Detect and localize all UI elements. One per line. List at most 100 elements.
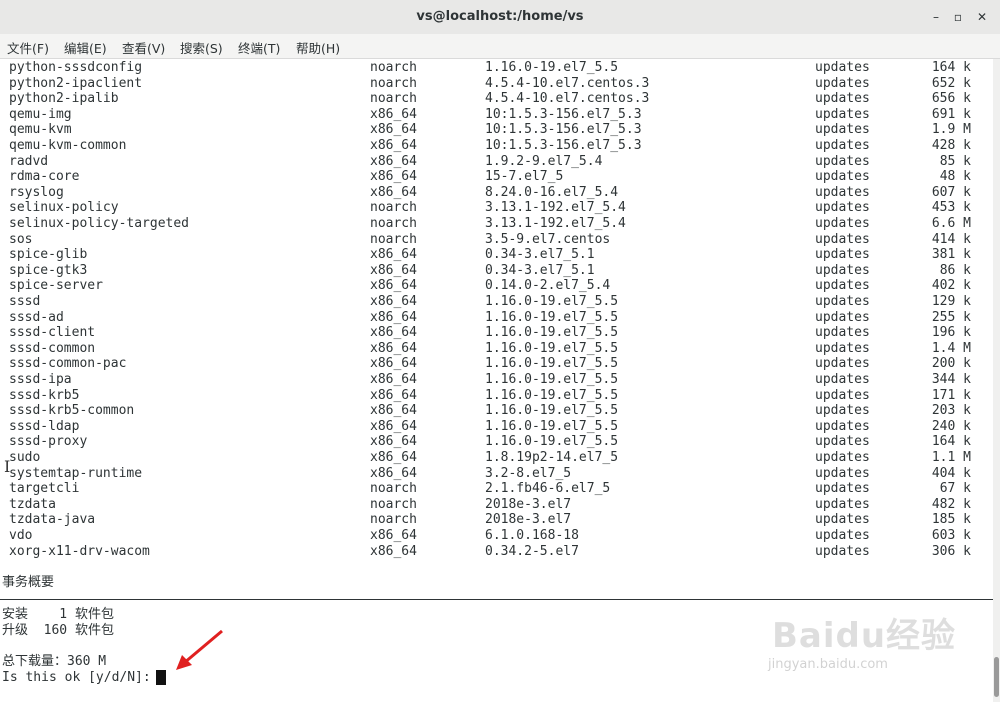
package-version: 0.34-3.el7_5.1: [485, 262, 595, 278]
table-row: sssd-krb5 x86_64 1.16.0-19.el7_5.5 updates 1…: [0, 388, 993, 404]
package-version: 1.16.0-19.el7_5.5: [485, 294, 619, 309]
package-version: 3.5-9.el7.centos: [485, 231, 611, 247]
scrollbar[interactable]: [993, 59, 1000, 702]
confirm-prompt: Is this ok [y/d/N]:: [2, 670, 159, 685]
package-arch: x86_64: [370, 247, 417, 263]
package-repo: updates: [815, 372, 870, 387]
package-name: qemu-kvm-common: [9, 138, 127, 153]
package-repo: updates: [815, 184, 870, 200]
package-arch: x86_64: [370, 372, 417, 387]
package-arch: x86_64: [370, 450, 417, 465]
table-row: sssd-ldap x86_64 1.16.0-19.el7_5.5 updates 2…: [0, 419, 993, 435]
package-repo: updates: [815, 153, 870, 169]
table-row: rdma-core x86_64 15-7.el7_5 updates 48 k: [0, 169, 993, 185]
close-button[interactable]: ✕: [972, 7, 992, 27]
menu-file[interactable]: 文件(F): [7, 38, 49, 57]
package-size: 203 k: [931, 403, 971, 419]
package-arch: noarch: [370, 216, 417, 231]
scrollbar-thumb[interactable]: [994, 657, 999, 697]
package-repo: updates: [815, 403, 870, 419]
table-row: sssd-ad x86_64 1.16.0-19.el7_5.5 updates 255…: [0, 310, 993, 326]
package-size: 86 k: [939, 262, 971, 278]
download-size: 总下载量：360 M: [2, 654, 107, 669]
package-name: sssd-ldap: [9, 418, 80, 434]
package-size: 402 k: [931, 278, 971, 294]
package-arch: noarch: [370, 496, 417, 512]
package-arch: x86_64: [370, 465, 417, 481]
package-arch: x86_64: [370, 184, 417, 200]
maximize-button[interactable]: ▫: [948, 7, 968, 27]
package-repo: updates: [815, 496, 870, 512]
package-size: 482 k: [931, 496, 971, 512]
table-row: spice-gtk3 x86_64 0.34-3.el7_5.1 updates 86 …: [0, 263, 993, 279]
package-name: selinux-policy: [9, 200, 119, 216]
package-version: 2.1.fb46-6.el7_5: [485, 481, 611, 497]
package-size: 129 k: [931, 294, 971, 309]
watermark-url: jingyan.baidu.com: [768, 657, 888, 672]
package-version: 10:1.5.3-156.el7_5.3: [485, 138, 642, 153]
package-version: 2018e-3.el7: [485, 512, 572, 528]
package-arch: x86_64: [370, 418, 417, 434]
menu-help[interactable]: 帮助(H): [296, 38, 340, 57]
package-name: sssd-krb5-common: [9, 403, 135, 419]
package-repo: updates: [815, 91, 870, 107]
table-row: sssd-krb5-common x86_64 1.16.0-19.el7_5.5 u…: [0, 403, 993, 419]
package-version: 0.14.0-2.el7_5.4: [485, 278, 611, 294]
package-repo: updates: [815, 262, 870, 278]
table-row: python-sssdconfig noarch 1.16.0-19.el7_5.5…: [0, 60, 993, 76]
package-version: 1.16.0-19.el7_5.5: [485, 434, 619, 450]
menu-view[interactable]: 查看(V): [122, 38, 165, 57]
table-row: python2-ipalib noarch 4.5.4-10.el7.centos.…: [0, 91, 993, 107]
package-version: 4.5.4-10.el7.centos.3: [485, 91, 650, 107]
table-row: sssd-client x86_64 1.16.0-19.el7_5.5 update…: [0, 325, 993, 341]
package-repo: updates: [815, 528, 870, 543]
summary-heading: 事务概要: [2, 575, 55, 590]
mouse-ibeam-icon: I: [4, 457, 11, 476]
table-row: targetcli noarch 2.1.fb46-6.el7_5 updates 67…: [0, 481, 993, 497]
package-version: 3.13.1-192.el7_5.4: [485, 216, 626, 231]
package-size: 414 k: [931, 231, 971, 247]
package-version: 1.16.0-19.el7_5.5: [485, 325, 619, 341]
package-repo: updates: [815, 231, 870, 247]
package-version: 8.24.0-16.el7_5.4: [485, 184, 619, 200]
package-arch: noarch: [370, 231, 417, 247]
package-size: 306 k: [931, 543, 971, 559]
package-size: 240 k: [931, 418, 971, 434]
minimize-button[interactable]: –: [926, 7, 946, 27]
package-repo: updates: [815, 200, 870, 216]
package-name: sssd-common-pac: [9, 356, 127, 372]
package-name: sssd-ad: [9, 309, 64, 325]
package-repo: updates: [815, 294, 870, 309]
package-arch: noarch: [370, 512, 417, 528]
package-repo: updates: [815, 418, 870, 434]
package-size: 164 k: [931, 60, 971, 75]
package-size: 6.6 M: [931, 216, 971, 231]
package-repo: updates: [815, 122, 870, 138]
table-row: xorg-x11-drv-wacom x86_64 0.34.2-5.el7 upda…: [0, 544, 993, 560]
table-row: systemtap-runtime x86_64 3.2-8.el7_5 update…: [0, 466, 993, 482]
package-arch: x86_64: [370, 294, 417, 309]
title-bar: vs@localhost:/home/vs – ▫ ✕: [0, 0, 1000, 35]
menu-terminal[interactable]: 终端(T): [238, 38, 280, 57]
package-size: 185 k: [931, 512, 971, 528]
menu-search[interactable]: 搜索(S): [180, 38, 223, 57]
package-repo: updates: [815, 278, 870, 294]
window-title: vs@localhost:/home/vs: [416, 9, 584, 24]
table-row: rsyslog x86_64 8.24.0-16.el7_5.4 updates 607…: [0, 185, 993, 201]
package-size: 381 k: [931, 247, 971, 263]
menu-edit[interactable]: 编辑(E): [64, 38, 107, 57]
package-name: sos: [9, 231, 33, 247]
package-name: spice-glib: [9, 247, 88, 263]
package-name: rdma-core: [9, 169, 80, 185]
package-name: sssd-ipa: [9, 372, 72, 387]
package-arch: x86_64: [370, 262, 417, 278]
package-arch: x86_64: [370, 122, 417, 138]
package-size: 607 k: [931, 184, 971, 200]
package-name: tzdata: [9, 496, 56, 512]
package-repo: updates: [815, 356, 870, 372]
package-size: 200 k: [931, 356, 971, 372]
package-version: 1.16.0-19.el7_5.5: [485, 356, 619, 372]
package-size: 1.1 M: [931, 450, 971, 465]
package-arch: noarch: [370, 200, 417, 216]
package-name: sssd-krb5: [9, 387, 80, 403]
